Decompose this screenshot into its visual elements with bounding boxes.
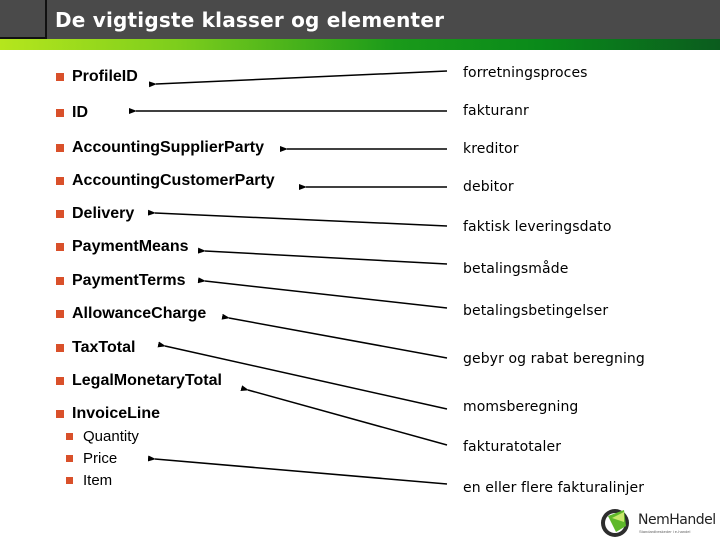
arrow-fakturatotaler-legalmonetarytotal [240,385,448,446]
logo-name: NemHandel 1.0 [638,512,720,528]
nemhandel-logo-icon [601,509,629,537]
logo-tagline: Standardbeskeder i e-handel [639,529,691,534]
arrow-betalingsmaade-paymentmeans [197,247,448,265]
arrow-fakturalinjer-price [147,455,448,485]
arrow-forretningsproces-profileid [148,70,448,88]
arrow-betalingsbetingelser-paymentterms [197,277,448,309]
mapping-arrows [129,70,448,485]
arrow-gebyr-allowancecharge [221,313,448,359]
arrow-leveringsdato-delivery [147,209,448,227]
nemhandel-logo: NemHandel 1.0 Standardbeskeder i e-hande… [598,506,720,538]
arrow-moms-taxtotal [157,341,448,410]
